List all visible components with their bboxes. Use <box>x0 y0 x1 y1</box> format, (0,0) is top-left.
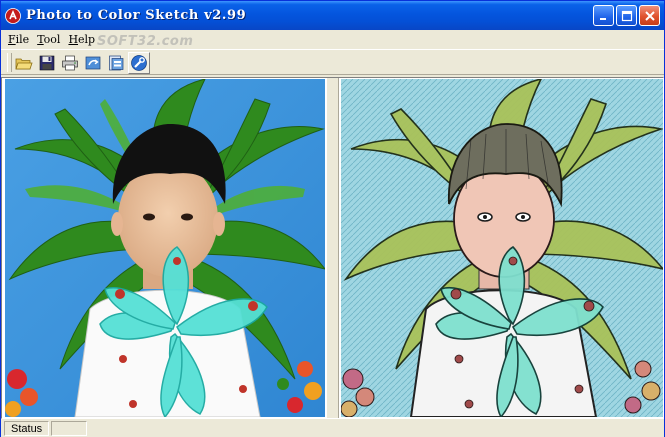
window-title: Photo to Color Sketch v2.99 <box>26 8 247 23</box>
open-folder-icon <box>15 58 33 70</box>
preview-button[interactable] <box>105 52 127 74</box>
sketch-result-panel[interactable] <box>341 79 663 417</box>
panel-splitter[interactable] <box>326 78 339 418</box>
color-sketch-image <box>341 79 663 417</box>
preview-icon <box>109 55 124 71</box>
image-workspace <box>1 77 664 419</box>
app-logo-icon[interactable] <box>5 7 21 24</box>
print-button[interactable] <box>59 52 81 74</box>
toolbar <box>1 49 664 75</box>
maximize-icon <box>621 10 632 21</box>
open-button[interactable] <box>13 52 35 74</box>
save-button[interactable] <box>36 52 58 74</box>
tools-icon <box>131 55 147 71</box>
tools-button[interactable] <box>128 52 150 74</box>
original-photo-image <box>5 79 325 417</box>
app-window: Photo to Color Sketch v2.99 File Tool He… <box>0 0 665 437</box>
title-bar[interactable]: Photo to Color Sketch v2.99 <box>1 1 664 30</box>
close-button[interactable] <box>639 5 660 26</box>
menu-tool[interactable]: Tool <box>35 33 66 46</box>
close-icon <box>644 10 655 21</box>
watermark-text: SOFT32.com <box>97 34 194 49</box>
print-icon <box>62 55 78 71</box>
minimize-button[interactable] <box>593 5 614 26</box>
menu-help[interactable]: Help <box>66 33 101 46</box>
maximize-button[interactable] <box>616 5 637 26</box>
menu-file[interactable]: File <box>6 33 35 46</box>
status-bar: Status <box>1 420 664 437</box>
minimize-icon <box>599 17 606 20</box>
save-disk-icon <box>39 55 55 71</box>
convert-button[interactable] <box>82 52 104 74</box>
status-label: Status <box>4 421 50 436</box>
status-extra <box>51 421 88 436</box>
original-photo-panel[interactable] <box>5 79 325 417</box>
convert-icon <box>85 56 101 70</box>
